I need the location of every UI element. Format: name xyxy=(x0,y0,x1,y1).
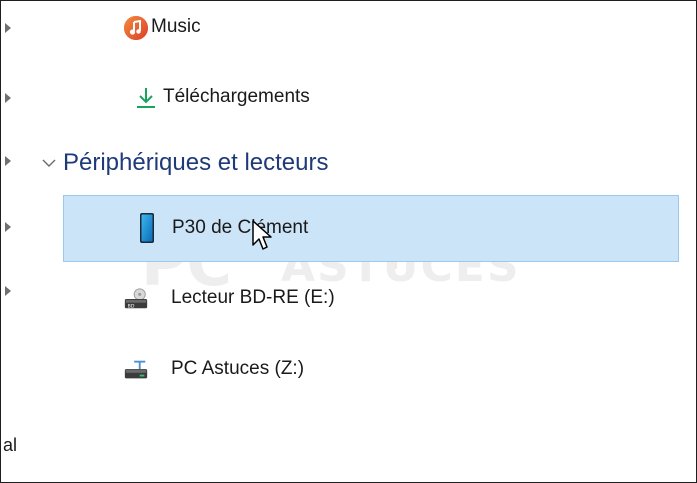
nav-item-music[interactable]: Music xyxy=(63,5,679,51)
expand-arrow-icon[interactable] xyxy=(3,154,13,168)
file-explorer-nav-pane: Music Téléchargements Périphériques et l… xyxy=(0,0,697,483)
section-header-devices[interactable]: Périphériques et lecteurs xyxy=(41,145,328,181)
music-icon xyxy=(123,15,149,41)
device-label: Lecteur BD-RE (E:) xyxy=(171,287,335,308)
phone-icon xyxy=(134,213,160,243)
expand-arrow-icon[interactable] xyxy=(3,220,13,234)
network-drive-icon xyxy=(123,357,149,383)
partial-tree-label: al xyxy=(3,435,18,455)
device-label: PC Astuces (Z:) xyxy=(171,358,305,379)
expand-arrow-icon[interactable] xyxy=(3,284,13,298)
device-item-network-drive[interactable]: PC Astuces (Z:) xyxy=(63,347,679,393)
expand-arrow-icon[interactable] xyxy=(3,21,13,35)
bd-drive-icon: BD xyxy=(123,286,149,312)
nav-item-label: Téléchargements xyxy=(163,86,310,107)
mouse-cursor-icon xyxy=(251,219,275,253)
nav-item-downloads[interactable]: Téléchargements xyxy=(63,75,679,121)
device-item-phone[interactable]: P30 de Clément xyxy=(63,195,679,262)
download-icon xyxy=(133,85,159,111)
device-label: P30 de Clément xyxy=(172,217,309,238)
device-item-bd-drive[interactable]: BD Lecteur BD-RE (E:) xyxy=(63,276,679,322)
chevron-down-icon[interactable] xyxy=(41,155,57,171)
nav-item-label: Music xyxy=(151,16,201,37)
section-title: Périphériques et lecteurs xyxy=(63,149,329,176)
expand-arrow-icon[interactable] xyxy=(3,91,13,105)
svg-text:BD: BD xyxy=(128,303,135,309)
